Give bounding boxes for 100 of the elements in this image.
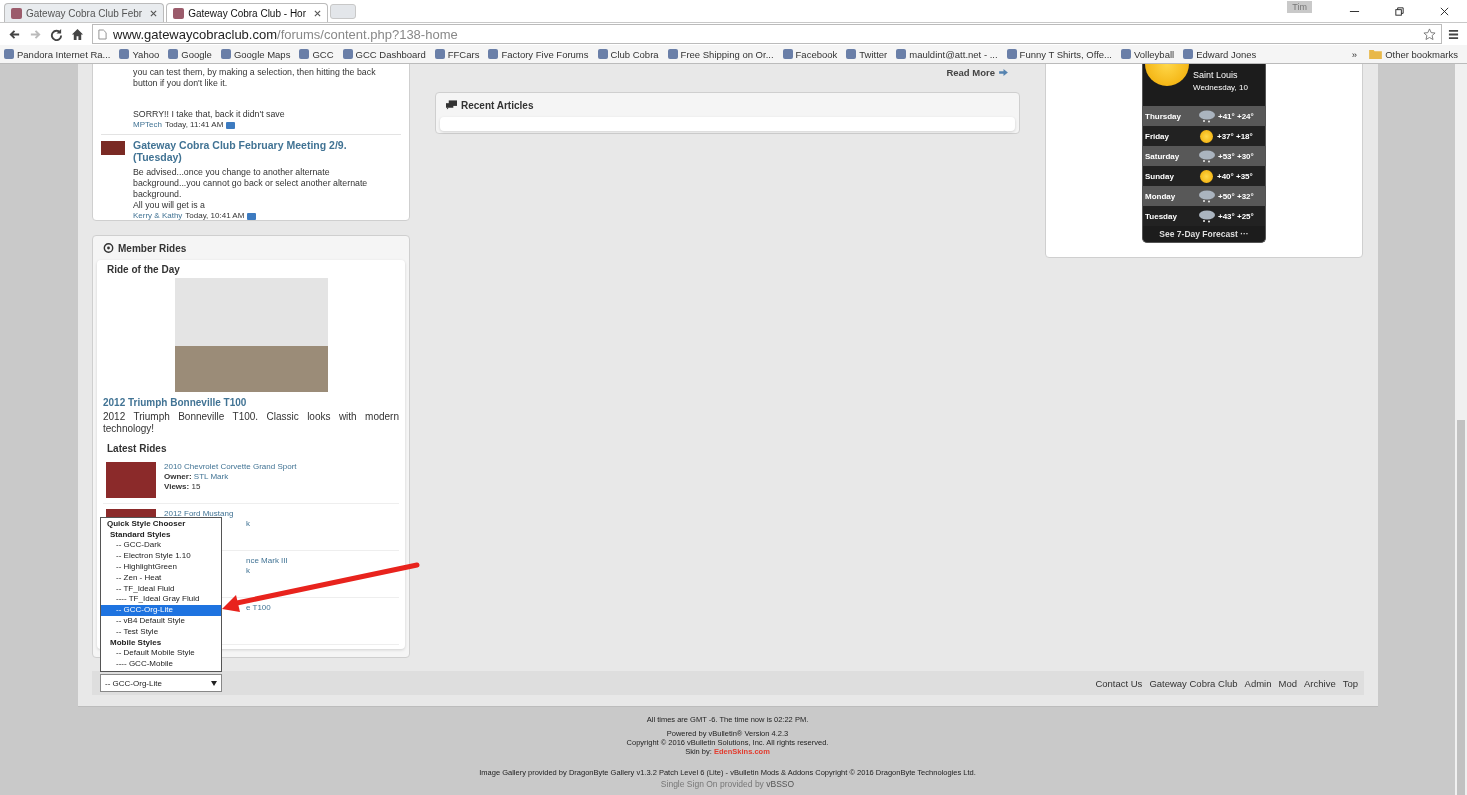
address-field[interactable]: www.gatewaycobraclub.com/forums/content.php?138-home bbox=[92, 24, 1442, 44]
post-text: you can test them, by making a selection, then hitting the back button if you don't like it. bbox=[133, 67, 377, 89]
forecast-link[interactable]: See 7-Day Forecast ··· bbox=[1143, 226, 1265, 242]
forecast-temperature: +40° +35° bbox=[1217, 171, 1253, 181]
forecast-temperature: +41° +24° bbox=[1218, 111, 1254, 121]
snow-cloud-icon bbox=[1198, 149, 1216, 163]
close-icon[interactable] bbox=[1439, 5, 1450, 17]
post-title-link[interactable]: Gateway Cobra Club February Meeting 2/9. (Tuesday) bbox=[133, 139, 385, 163]
sun-icon bbox=[1200, 169, 1213, 183]
card-title: Recent Articles bbox=[461, 99, 534, 111]
favicon-icon bbox=[488, 49, 499, 59]
other-bookmarks-folder[interactable]: Other bookmarks bbox=[1369, 48, 1458, 60]
dropdown-option[interactable]: Quick Style Chooser bbox=[101, 518, 221, 530]
bookmark-item[interactable]: Club Cobra bbox=[597, 48, 659, 60]
forecast-temperature: +37° +18° bbox=[1217, 131, 1253, 141]
dropdown-option[interactable]: -- GCC-Org-Lite bbox=[101, 605, 221, 616]
owner-label: Owner: bbox=[164, 472, 192, 481]
bookmark-item[interactable]: Yahoo bbox=[119, 48, 160, 60]
browser-tab[interactable]: Gateway Cobra Club - Hor bbox=[166, 3, 328, 22]
favicon-icon bbox=[173, 7, 185, 19]
close-icon[interactable] bbox=[150, 9, 158, 17]
card-title: Member Rides bbox=[118, 242, 187, 254]
ride-title-link[interactable]: 2012 Triumph Bonneville T100 bbox=[103, 397, 399, 408]
dropdown-option[interactable]: Standard Styles bbox=[101, 529, 221, 541]
bookmark-item[interactable]: Factory Five Forums bbox=[488, 48, 589, 60]
dropdown-option[interactable]: -- TF_Ideal Fluid bbox=[101, 583, 221, 595]
dropdown-option[interactable]: ---- GCC-Mobile bbox=[101, 659, 221, 670]
dropdown-option[interactable]: -- Test Style bbox=[101, 626, 221, 638]
favicon-icon bbox=[119, 49, 130, 59]
footer-link[interactable]: Top bbox=[1342, 677, 1358, 689]
footer-link[interactable]: Mod bbox=[1278, 677, 1297, 689]
scrollbar[interactable] bbox=[1455, 64, 1467, 795]
post-text: SORRY!! I take that, back it didn't save bbox=[133, 109, 286, 120]
bookmark-item[interactable]: Pandora Internet Ra... bbox=[4, 48, 111, 60]
favicon-icon bbox=[342, 49, 353, 59]
ride-link[interactable]: nce Mark III bbox=[246, 556, 288, 566]
favicon-icon bbox=[4, 49, 14, 59]
arrow-right-icon bbox=[999, 69, 1008, 76]
favicon-icon bbox=[168, 49, 179, 59]
star-icon[interactable] bbox=[1423, 27, 1436, 41]
dropdown-option[interactable]: Mobile Styles bbox=[101, 637, 221, 649]
reload-icon[interactable] bbox=[50, 27, 63, 41]
style-select[interactable]: -- GCC-Org-Lite bbox=[100, 674, 222, 692]
ride-link[interactable]: 2012 Ford Mustang bbox=[164, 509, 234, 519]
bookmarks-overflow-button[interactable]: » bbox=[1351, 48, 1358, 60]
dropdown-option[interactable]: -- GCC-Dark bbox=[101, 540, 221, 552]
favicon-icon bbox=[1121, 49, 1131, 59]
author-link[interactable]: MPTech bbox=[133, 120, 162, 130]
views-count: 15 bbox=[191, 482, 201, 491]
favicon-icon bbox=[1183, 49, 1194, 59]
favicon-icon bbox=[896, 49, 907, 59]
snow-cloud-icon bbox=[1198, 209, 1216, 223]
bookmark-item[interactable]: GCC Dashboard bbox=[342, 48, 426, 60]
post-time: Today, 10:41 AM bbox=[185, 211, 245, 221]
bookmark-item[interactable]: Funny T Shirts, Offe... bbox=[1006, 48, 1112, 60]
dropdown-option[interactable]: -- Default Mobile Style bbox=[101, 648, 221, 660]
menu-icon[interactable] bbox=[1448, 28, 1459, 40]
browser-tab[interactable]: Gateway Cobra Club Febr bbox=[4, 3, 165, 22]
bookmark-item[interactable]: GCC bbox=[299, 48, 334, 60]
bookmark-item[interactable]: mauldint@att.net - ... bbox=[896, 48, 998, 60]
dropdown-option[interactable]: -- Electron Style 1.10 bbox=[101, 551, 221, 563]
favicon-icon bbox=[667, 49, 678, 59]
ride-link[interactable]: e T100 bbox=[246, 603, 271, 613]
bookmark-item[interactable]: Facebook bbox=[782, 48, 838, 60]
owner-link[interactable]: STL Mark bbox=[193, 472, 229, 481]
favicon-icon bbox=[597, 49, 608, 59]
go-to-post-icon[interactable] bbox=[226, 121, 236, 129]
forecast-day: Saturday bbox=[1145, 151, 1197, 161]
bookmark-item[interactable]: Twitter bbox=[846, 48, 888, 60]
bookmark-item[interactable]: Edward Jones bbox=[1183, 48, 1257, 60]
forecast-temperature: +53° +30° bbox=[1218, 151, 1254, 161]
dropdown-option[interactable]: -- vB4 Default Style bbox=[101, 616, 221, 627]
photo-placeholder bbox=[106, 462, 156, 498]
bookmark-item[interactable]: Free Shipping on Or... bbox=[667, 48, 774, 60]
owner-link[interactable]: k bbox=[246, 566, 250, 576]
bookmark-item[interactable]: FFCars bbox=[434, 48, 480, 60]
restore-icon[interactable] bbox=[1394, 5, 1405, 17]
speech-bubbles-icon bbox=[446, 100, 457, 110]
views-label: Views: bbox=[164, 482, 190, 491]
dropdown-option[interactable]: -- HighlightGreen bbox=[101, 562, 221, 573]
sso-link[interactable]: vBSSO bbox=[766, 779, 795, 789]
sso-label: Single Sign On provided by bbox=[660, 779, 764, 789]
bookmark-item[interactable]: Volleyball bbox=[1121, 48, 1175, 60]
owner-link[interactable]: k bbox=[246, 519, 250, 529]
home-icon[interactable] bbox=[71, 27, 84, 41]
back-arrow-icon[interactable] bbox=[8, 27, 21, 41]
dropdown-option[interactable]: -- Zen - Heat bbox=[101, 572, 221, 584]
footer-link[interactable]: Archive bbox=[1304, 677, 1336, 689]
footer-link[interactable]: Contact Us bbox=[1095, 677, 1143, 689]
close-icon[interactable] bbox=[314, 9, 321, 17]
post-time: Today, 11:41 AM bbox=[164, 120, 224, 130]
go-to-post-icon[interactable] bbox=[247, 212, 257, 220]
bookmark-item[interactable]: Google Maps bbox=[220, 48, 291, 60]
footer-link[interactable]: Gateway Cobra Club bbox=[1149, 677, 1238, 689]
ride-link[interactable]: 2010 Chevrolet Corvette Grand Sport bbox=[164, 462, 297, 472]
dropdown-option[interactable]: ---- TF_Ideal Gray Fluid bbox=[101, 594, 221, 606]
bookmark-item[interactable]: Google bbox=[168, 48, 212, 60]
read-more-link[interactable]: Read More bbox=[946, 67, 995, 78]
author-link[interactable]: Kerry & Kathy bbox=[133, 211, 183, 221]
footer-link[interactable]: Admin bbox=[1244, 677, 1272, 689]
